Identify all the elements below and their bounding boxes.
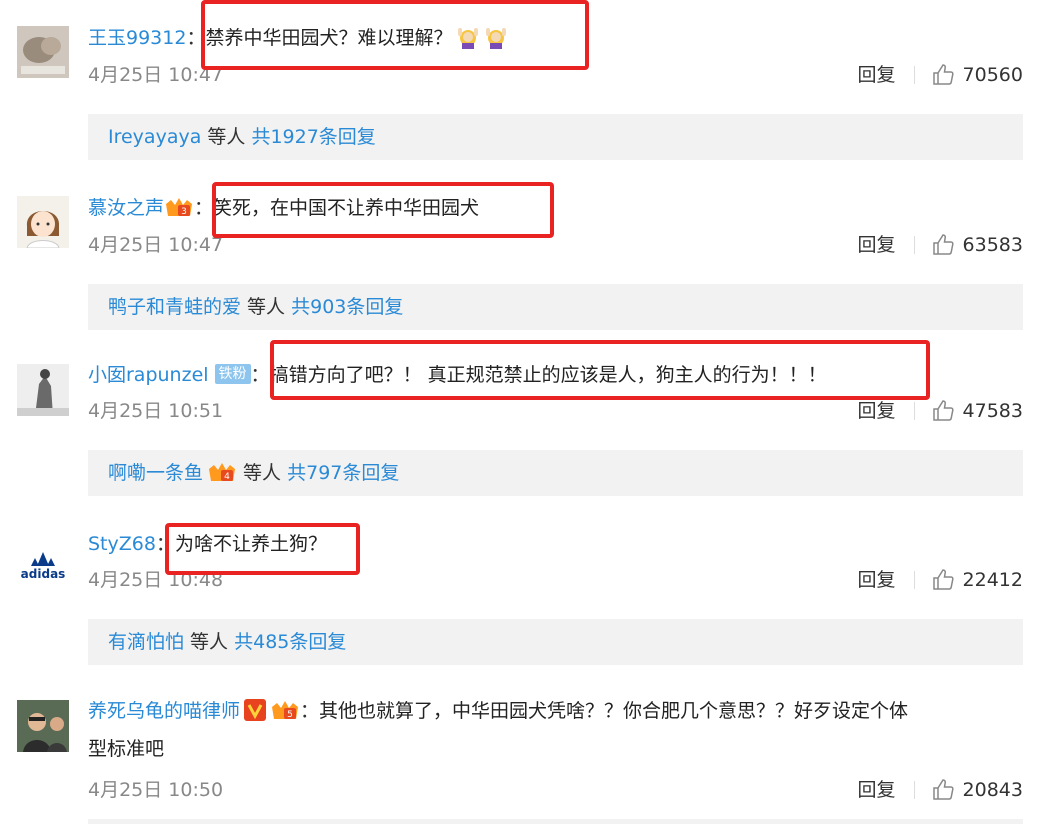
replies-summary-edge — [88, 819, 1023, 824]
thumbs-up-icon — [932, 400, 954, 421]
total-replies-link[interactable]: 共485条回复 — [234, 631, 346, 653]
svg-text:3: 3 — [181, 207, 187, 217]
svg-text:4: 4 — [224, 472, 230, 482]
total-replies-link[interactable]: 共797条回复 — [287, 462, 399, 484]
comment-3: 小囡rapunzel 铁粉 ：搞错方向了吧？！ 真正规范禁止的应该是人，狗主人的行为… — [0, 340, 1039, 510]
divider — [913, 66, 915, 84]
fan-crown-badge: 3 — [166, 197, 193, 217]
svg-text:adidas: adidas — [21, 567, 66, 581]
user-avatar[interactable] — [17, 26, 69, 78]
comment-meta: 4月25日 10:47 回复 63583 — [88, 232, 1023, 258]
raising-hands-emoji-icon — [486, 27, 507, 49]
like-count: 22412 — [962, 569, 1023, 591]
comment-meta: 4月25日 10:48 回复 22412 — [88, 567, 1023, 593]
username-link[interactable]: 小囡rapunzel — [88, 364, 209, 386]
like-count: 20843 — [962, 779, 1023, 801]
comment-text: 为啥不让养土狗？ — [174, 533, 327, 555]
like-button[interactable]: 22412 — [931, 567, 1023, 593]
timestamp: 4月25日 10:51 — [88, 400, 224, 422]
replies-summary[interactable]: 有滴怕怕 等人 共485条回复 — [88, 619, 1023, 665]
username-link[interactable]: StyZ68 — [88, 533, 156, 555]
divider — [913, 781, 915, 799]
total-replies-link[interactable]: 共903条回复 — [291, 296, 403, 318]
reply-button[interactable]: 回复 — [858, 777, 896, 803]
total-replies-link[interactable]: 共1927条回复 — [251, 126, 375, 148]
comment-4: adidas StyZ68：为啥不让养土狗？ 4月25日 10:48 回复 22… — [0, 510, 1039, 680]
like-button[interactable]: 63583 — [931, 232, 1023, 258]
reply-button[interactable]: 回复 — [858, 567, 896, 593]
comment-text-continued: 型标准吧 — [88, 738, 165, 760]
like-count: 63583 — [962, 234, 1023, 256]
comment-text: 禁养中华田园犬？难以理解？ — [205, 27, 453, 49]
fan-level-badge: 铁粉 — [214, 363, 251, 384]
reply-user-link[interactable]: 鸭子和青蛙的爱 — [108, 296, 241, 318]
username-link[interactable]: 王玉99312 — [88, 27, 186, 49]
thumbs-up-icon — [932, 779, 954, 800]
like-count: 70560 — [962, 64, 1023, 86]
verified-v-badge — [244, 698, 267, 721]
comment-text: 其他也就算了，中华田园犬凭啥？？你合肥几个意思？？好歹设定个体 — [319, 700, 909, 722]
fan-crown-badge: 4 — [209, 462, 236, 482]
comment-text: 笑死，在中国不让养中华田园犬 — [213, 197, 480, 219]
comment-line: 养死乌龟的喵律师 5 ：其他也就算了，中华田园犬凭啥？？你合肥几个意思？？好歹设定个… — [88, 698, 909, 722]
user-avatar[interactable] — [17, 700, 69, 752]
username-link[interactable]: 慕汝之声 — [88, 197, 164, 219]
replies-summary[interactable]: 鸭子和青蛙的爱 等人 共903条回复 — [88, 284, 1023, 330]
timestamp: 4月25日 10:47 — [88, 64, 224, 86]
comment-line: 王玉99312：禁养中华田园犬？难以理解？ — [88, 25, 1023, 51]
comment-2: 慕汝之声 3 ：笑死，在中国不让养中华田园犬 4月25日 10:47 回复 6358… — [0, 170, 1039, 340]
thumbs-up-icon — [932, 64, 954, 85]
comment-meta: 4月25日 10:51 回复 47583 — [88, 398, 1023, 424]
thumbs-up-icon — [932, 234, 954, 255]
like-button[interactable]: 70560 — [931, 62, 1023, 88]
comment-1: 王玉99312：禁养中华田园犬？难以理解？ 4月25日 10:47 回复 705… — [0, 0, 1039, 170]
comment-meta: 4月25日 10:50 回复 20843 — [88, 777, 1023, 803]
reply-button[interactable]: 回复 — [858, 232, 896, 258]
fan-crown-badge: 5 — [272, 700, 299, 720]
divider — [913, 402, 915, 420]
user-avatar[interactable] — [17, 364, 69, 416]
divider — [913, 236, 915, 254]
reply-user-link[interactable]: Ireyayaya — [108, 126, 201, 148]
timestamp: 4月25日 10:47 — [88, 234, 224, 256]
like-button[interactable]: 47583 — [931, 398, 1023, 424]
comment-line: 小囡rapunzel 铁粉 ：搞错方向了吧？！ 真正规范禁止的应该是人，狗主人的行为… — [88, 363, 827, 386]
comment-text: 搞错方向了吧？！ 真正规范禁止的应该是人，狗主人的行为！！！ — [269, 364, 827, 386]
comment-5: 养死乌龟的喵律师 5 ：其他也就算了，中华田园犬凭啥？？你合肥几个意思？？好歹设定个… — [0, 680, 1039, 824]
username-link[interactable]: 养死乌龟的喵律师 — [88, 700, 240, 722]
comment-meta: 4月25日 10:47 回复 70560 — [88, 62, 1023, 88]
user-avatar[interactable]: adidas — [17, 532, 69, 584]
reply-button[interactable]: 回复 — [858, 398, 896, 424]
comment-line: 慕汝之声 3 ：笑死，在中国不让养中华田园犬 — [88, 197, 480, 219]
comment-line: StyZ68：为啥不让养土狗？ — [88, 533, 327, 555]
timestamp: 4月25日 10:48 — [88, 569, 224, 591]
user-avatar[interactable] — [17, 196, 69, 248]
reply-user-link[interactable]: 有滴怕怕 — [108, 631, 184, 653]
reply-user-link[interactable]: 啊嘞一条鱼 — [108, 462, 203, 484]
like-button[interactable]: 20843 — [931, 777, 1023, 803]
like-count: 47583 — [962, 400, 1023, 422]
svg-text:5: 5 — [287, 710, 293, 720]
reply-button[interactable]: 回复 — [858, 62, 896, 88]
thumbs-up-icon — [932, 569, 954, 590]
timestamp: 4月25日 10:50 — [88, 779, 224, 801]
replies-summary[interactable]: 啊嘞一条鱼 4 等人 共797条回复 — [88, 450, 1023, 496]
raising-hands-emoji-icon — [458, 27, 479, 49]
comment-line-2: 型标准吧 — [88, 736, 1023, 762]
divider — [913, 571, 915, 589]
replies-summary[interactable]: Ireyayaya 等人 共1927条回复 — [88, 114, 1023, 160]
